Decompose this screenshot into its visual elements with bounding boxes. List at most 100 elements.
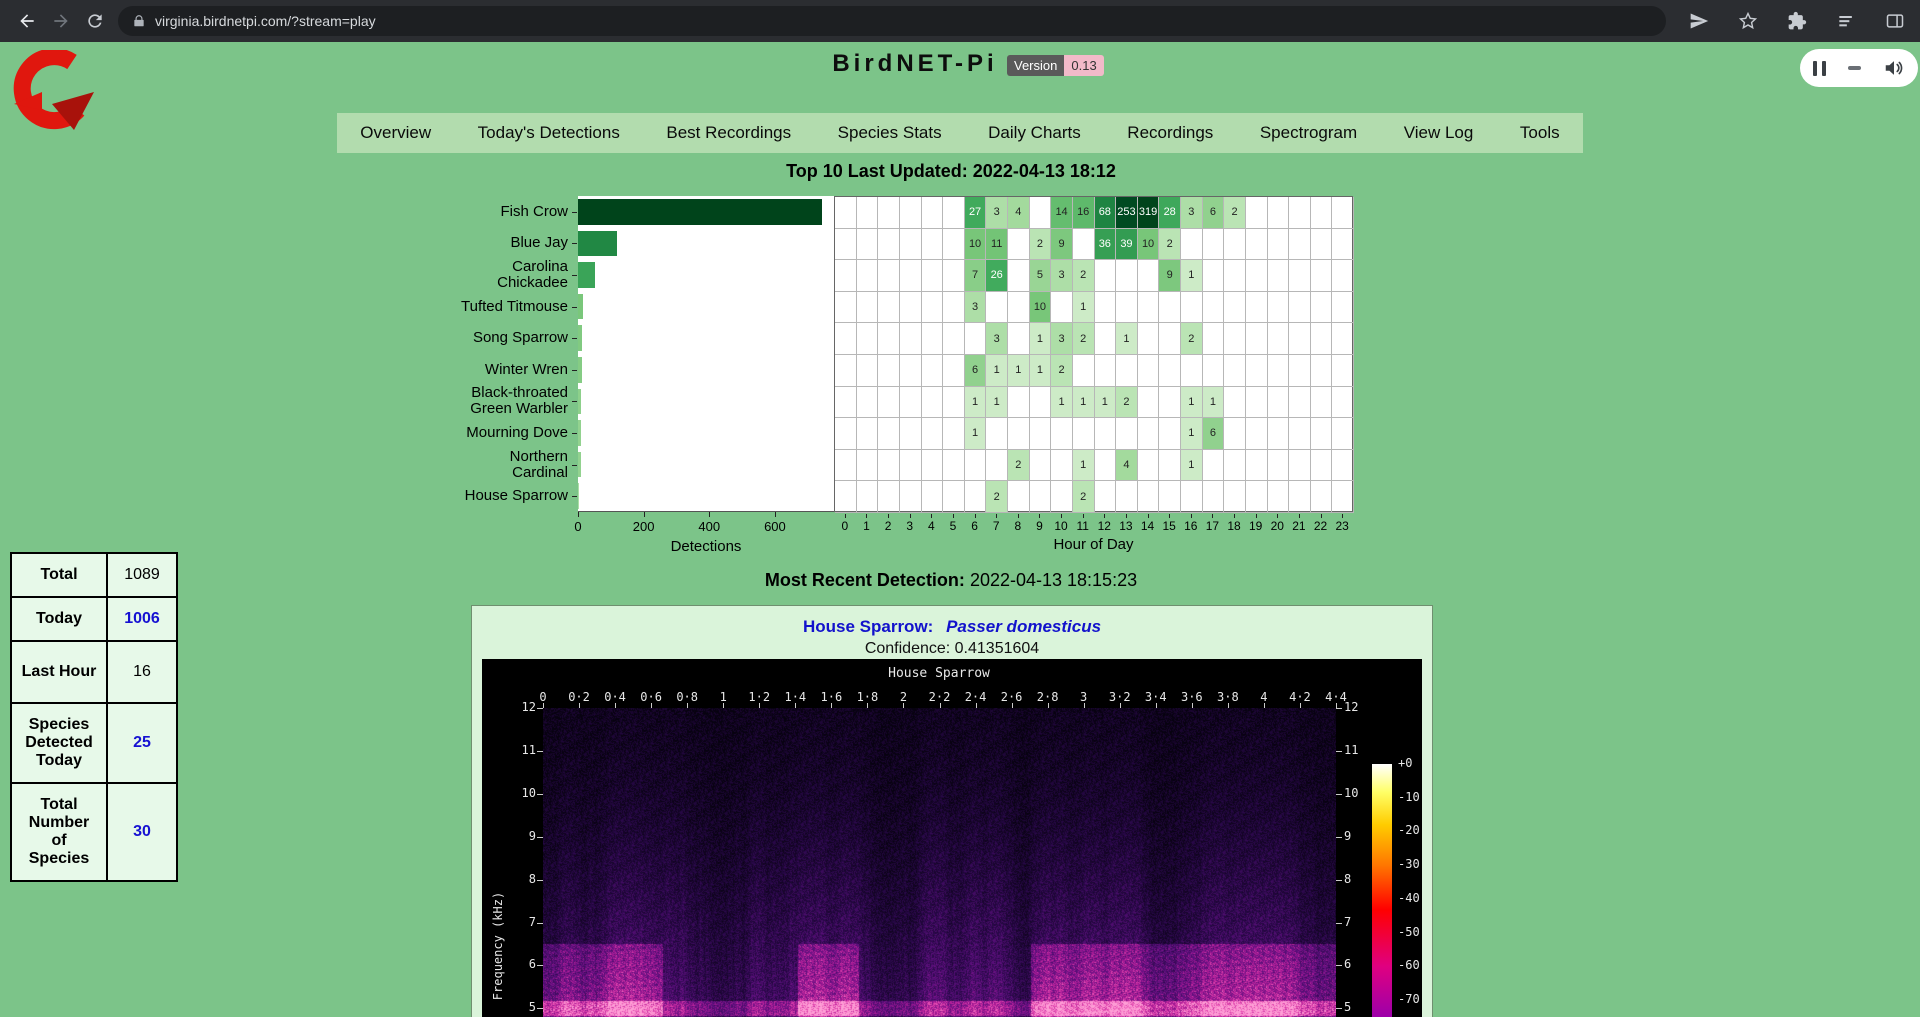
heatmap-cell-value: 1: [1008, 355, 1030, 387]
nav-recordings[interactable]: Recordings: [1127, 123, 1213, 143]
nav-today-s-detections[interactable]: Today's Detections: [478, 123, 620, 143]
time-tick-label: 3·8: [1217, 690, 1239, 704]
species-label: Black-throated Green Warbler: [392, 386, 568, 418]
heatmap-cell: [922, 418, 944, 450]
heatmap-cell: [965, 323, 987, 355]
send-button[interactable]: [1682, 4, 1716, 38]
heatmap-cell-value: 2: [1073, 323, 1095, 355]
nav-species-stats[interactable]: Species Stats: [838, 123, 942, 143]
most-recent-detection: Most Recent Detection: 2022-04-13 18:15:…: [765, 570, 1137, 591]
heatmap-cell-value: 1: [1181, 387, 1203, 419]
heatmap-cell: [878, 229, 900, 261]
stats-row: Today1006: [11, 597, 177, 641]
hour-tick: [1039, 514, 1040, 518]
refresh-button[interactable]: [78, 4, 112, 38]
birdnet-logo[interactable]: [10, 50, 98, 138]
heatmap-cell: [1246, 355, 1268, 387]
hour-tick: [1277, 514, 1278, 518]
heatmap-cell-value: 1: [1030, 355, 1052, 387]
colorbar-tick-label: -30: [1398, 857, 1420, 871]
main-nav: Overview Today's Detections Best Recording…: [337, 113, 1583, 153]
heatmap-cell: [900, 450, 922, 482]
most-recent-label: Most Recent Detection:: [765, 570, 965, 590]
stats-value[interactable]: 25: [107, 703, 177, 783]
heatmap-cell-value: 6: [1203, 418, 1225, 450]
heatmap-cell: [1095, 355, 1117, 387]
speaker-icon: [1886, 61, 1894, 75]
detection-panel: House Sparrow: Passer domesticus Confide…: [471, 605, 1433, 1017]
stats-value: 1089: [107, 553, 177, 597]
detection-species[interactable]: House Sparrow:: [803, 617, 933, 636]
colorbar-tick-label: -70: [1398, 992, 1420, 1006]
heatmap-cell: [857, 418, 879, 450]
stats-value[interactable]: 30: [107, 783, 177, 881]
heatmap-cell: [1030, 450, 1052, 482]
hour-tick-label: 22: [1314, 519, 1327, 533]
heatmap-cell: [900, 292, 922, 324]
heatmap-cell: [1289, 418, 1311, 450]
heatmap-cell: [1181, 481, 1203, 513]
nav-tools[interactable]: Tools: [1520, 123, 1560, 143]
nav-daily-charts[interactable]: Daily Charts: [988, 123, 1081, 143]
time-tick-label: 2: [900, 690, 907, 704]
time-tick-label: 4: [1260, 690, 1267, 704]
heatmap-cell: [1138, 418, 1160, 450]
heatmap-cell-value: 26: [986, 260, 1008, 292]
forward-button[interactable]: [44, 4, 78, 38]
time-tick-label: 1·6: [821, 690, 843, 704]
time-tick: [543, 703, 544, 708]
nav-best-recordings[interactable]: Best Recordings: [666, 123, 791, 143]
hour-tick: [1126, 514, 1127, 518]
address-bar[interactable]: virginia.birdnetpi.com/?stream=play: [118, 6, 1666, 36]
seek-slider[interactable]: [1848, 66, 1861, 70]
heatmap-cell: [1332, 292, 1354, 324]
heatmap-cell: [1246, 292, 1268, 324]
star-icon: [1738, 11, 1758, 31]
colorbar-tick-label: +0: [1398, 756, 1412, 770]
pause-button[interactable]: [1813, 61, 1826, 76]
nav-view-log[interactable]: View Log: [1404, 123, 1474, 143]
heatmap-cell-value: 10: [1138, 229, 1160, 261]
heatmap-cell: [943, 197, 965, 229]
colorbar-tick-label: -40: [1398, 891, 1420, 905]
heatmap-cell: [1289, 323, 1311, 355]
hour-tick-label: 23: [1336, 519, 1349, 533]
hour-tick-label: 2: [885, 519, 892, 533]
freq-tick-label-right: 8: [1344, 872, 1351, 886]
time-tick: [615, 703, 616, 708]
hour-tick-label: 20: [1271, 519, 1284, 533]
heatmap-cell: [1246, 323, 1268, 355]
heatmap-cell: [835, 481, 857, 513]
heatmap-cell-value: 1: [965, 387, 987, 419]
heatmap-cell-value: 1: [1116, 323, 1138, 355]
nav-overview[interactable]: Overview: [360, 123, 431, 143]
back-button[interactable]: [10, 4, 44, 38]
extension-lines-button[interactable]: [1829, 4, 1863, 38]
extensions-button[interactable]: [1780, 4, 1814, 38]
bar-tick: [775, 512, 776, 517]
stats-value[interactable]: 1006: [107, 597, 177, 641]
side-panel-button[interactable]: [1878, 4, 1912, 38]
heatmap-cell: [1095, 323, 1117, 355]
freq-tick-left: [537, 708, 543, 709]
hour-tick-label: 1: [863, 519, 870, 533]
hour-tick: [888, 514, 889, 518]
bookmark-button[interactable]: [1731, 4, 1765, 38]
detections-bar: [578, 231, 617, 257]
heatmap-cell: [1138, 387, 1160, 419]
heatmap-cell: [1268, 418, 1290, 450]
freq-tick-label-left: 8: [502, 872, 536, 886]
nav-spectrogram[interactable]: Spectrogram: [1260, 123, 1357, 143]
freq-tick-right: [1336, 708, 1342, 709]
heatmap-cell: [1008, 387, 1030, 419]
heatmap-cell-value: 1: [1095, 387, 1117, 419]
heatmap-cell: [922, 229, 944, 261]
heatmap-cell: [1203, 355, 1225, 387]
freq-tick-label-right: 9: [1344, 829, 1351, 843]
heatmap-cell-value: 1: [1181, 260, 1203, 292]
time-tick-label: 2·6: [1001, 690, 1023, 704]
species-axis-tick: [572, 370, 577, 371]
time-tick: [867, 703, 868, 708]
volume-button[interactable]: [1883, 57, 1905, 79]
heatmap-cell: [1246, 197, 1268, 229]
